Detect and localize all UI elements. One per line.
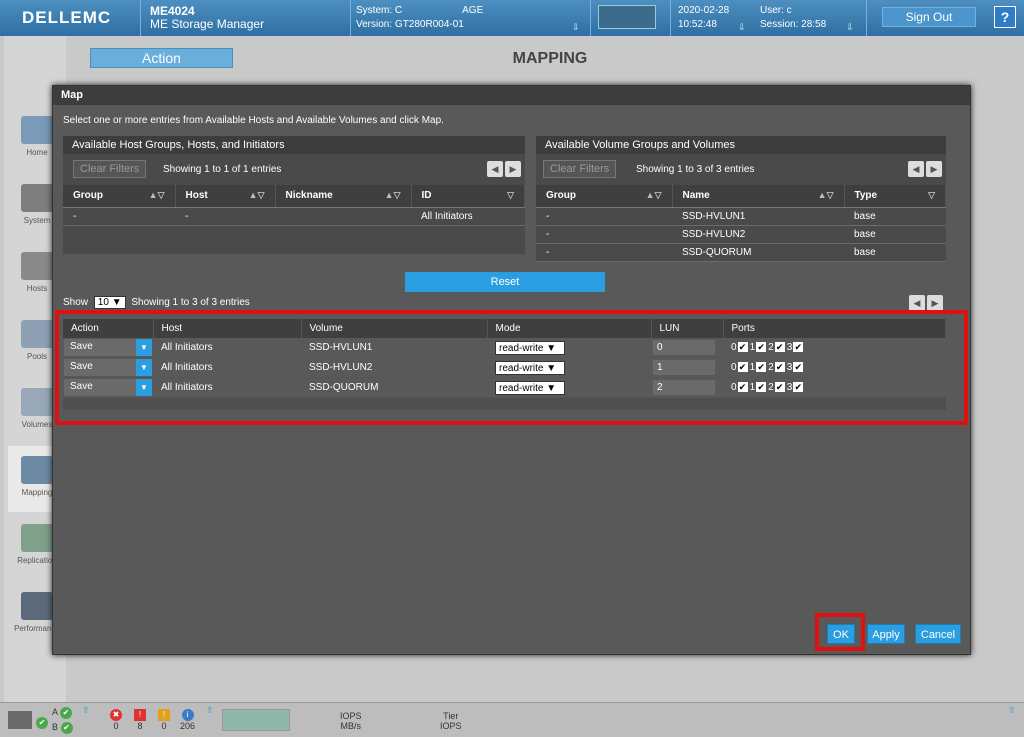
sort-filter-icon[interactable]: ▲▽ [385, 190, 401, 201]
action-menu-button[interactable]: Action [90, 48, 233, 68]
system-label: System: C [356, 5, 403, 16]
enclosure-icon[interactable] [8, 711, 32, 729]
user-label: User: c [760, 5, 792, 16]
tier-iops-label[interactable]: Tier IOPS [440, 711, 462, 731]
ok-check-icon: ✔ [36, 717, 48, 729]
divider [140, 0, 141, 36]
time-label: 10:52:48 [678, 19, 717, 30]
sign-out-button[interactable]: Sign Out [882, 7, 976, 27]
enclosure-status-icon[interactable] [598, 5, 656, 29]
map-dialog: Map Select one or more entries from Avai… [52, 85, 971, 655]
hosts-showing-label: Showing 1 to 1 of 1 entries [163, 164, 282, 175]
cancel-button[interactable]: Cancel [915, 624, 961, 644]
filter-icon[interactable]: ▽ [928, 190, 935, 201]
hosts-panel-title: Available Host Groups, Hosts, and Initia… [63, 136, 525, 154]
expand-icon[interactable]: ⇧ [82, 705, 90, 716]
divider [350, 0, 351, 36]
divider [866, 0, 867, 36]
table-row[interactable]: - SSD-HVLUN2 base [536, 225, 946, 244]
dialog-title: Map [53, 86, 970, 105]
error-count[interactable]: ! 8 [134, 709, 146, 731]
pools-icon [21, 320, 53, 348]
col-header[interactable]: Group ▲▽ [536, 185, 673, 208]
volumes-pager: ◀ ▶ [908, 161, 948, 179]
dialog-instructions: Select one or more entries from Availabl… [63, 115, 444, 126]
info-count[interactable]: i 206 [180, 709, 195, 731]
col-header[interactable]: Host ▲▽ [175, 185, 276, 208]
product-subtitle: ME Storage Manager [150, 17, 265, 31]
volumes-clear-filters-button[interactable]: Clear Filters [543, 160, 617, 178]
critical-count[interactable]: ✖ 0 [110, 709, 122, 731]
next-page-icon[interactable]: ▶ [505, 161, 521, 177]
expand-icon[interactable]: ⇧ [1008, 705, 1016, 716]
product-name: ME4024 ME Storage Manager [150, 5, 264, 31]
hosts-pager: ◀ ▶ [487, 161, 527, 179]
performance-icon [21, 592, 53, 620]
next-page-icon[interactable]: ▶ [926, 161, 942, 177]
status-bar: ✔ A ✔ B ✔ ⇧ ✖ 0 ! 8 ! 0 i 206 ⇧ IOPS MB/s Tie… [0, 702, 1024, 737]
highlight-box [55, 310, 968, 425]
hosts-icon [21, 252, 53, 280]
table-row[interactable]: - SSD-HVLUN1 base [536, 207, 946, 226]
top-banner: DELLEMC ME4024 ME Storage Manager System… [0, 0, 1024, 36]
help-button[interactable]: ? [994, 6, 1016, 28]
sort-filter-icon[interactable]: ▲▽ [818, 190, 834, 201]
col-header[interactable]: Nickname ▲▽ [275, 185, 412, 208]
volumes-panel: Available Volume Groups and Volumes Clea… [536, 136, 946, 262]
user-info[interactable]: User: c Session: 28:58 [760, 4, 826, 32]
show-label: Show [63, 297, 89, 308]
show-count-select[interactable]: 10 ▼ [93, 296, 126, 309]
next-page-icon[interactable]: ▶ [927, 295, 943, 311]
prev-page-icon[interactable]: ◀ [908, 161, 924, 177]
divider [670, 0, 671, 36]
system-info[interactable]: System: C AGE Version: GT280R004-01 [356, 4, 483, 32]
system-name-suffix: AGE [462, 5, 484, 16]
filter-icon[interactable]: ▽ [507, 190, 514, 201]
prev-page-icon[interactable]: ◀ [487, 161, 503, 177]
controller-a[interactable]: A ✔ [52, 707, 73, 719]
user-dropdown-icon[interactable]: ⇩ [846, 22, 854, 33]
session-label: Session: 28:58 [760, 19, 827, 30]
volumes-showing-label: Showing 1 to 3 of 3 entries [636, 164, 755, 175]
col-header[interactable]: ID ▽ [411, 185, 525, 208]
show-entries: Show 10 ▼ Showing 1 to 3 of 3 entries [63, 296, 250, 309]
table-row[interactable]: - SSD-QUORUM base [536, 243, 946, 262]
col-header[interactable]: Type ▽ [844, 185, 946, 208]
sort-filter-icon[interactable]: ▲▽ [646, 190, 662, 201]
replication-icon [21, 524, 53, 552]
date-label: 2020-02-28 [678, 5, 730, 16]
system-icon [21, 184, 53, 212]
datetime-dropdown-icon[interactable]: ⇩ [738, 22, 746, 33]
sort-filter-icon[interactable]: ▲▽ [249, 190, 265, 201]
prev-page-icon[interactable]: ◀ [909, 295, 925, 311]
apply-button[interactable]: Apply [867, 624, 905, 644]
volumes-panel-title: Available Volume Groups and Volumes [536, 136, 946, 154]
capacity-bar[interactable] [222, 709, 290, 731]
date-time[interactable]: 2020-02-28 10:52:48 [678, 4, 729, 32]
hosts-clear-filters-button[interactable]: Clear Filters [73, 160, 147, 178]
iops-label[interactable]: IOPS MB/s [340, 711, 362, 731]
home-icon [21, 116, 53, 144]
map-showing-label: Showing 1 to 3 of 3 entries [131, 297, 250, 308]
volumes-icon [21, 388, 53, 416]
col-header[interactable]: Group ▲▽ [63, 185, 176, 208]
controller-b[interactable]: B ✔ [52, 722, 73, 734]
hosts-table: Group ▲▽ Host ▲▽ Nickname ▲▽ ID ▽ - - All In… [63, 185, 525, 226]
system-dropdown-icon[interactable]: ⇩ [572, 22, 580, 33]
volumes-table: Group ▲▽ Name ▲▽ Type ▽ - SSD-HVLUN1 base - SS… [536, 185, 946, 262]
version-label: Version: GT280R004-01 [356, 19, 464, 30]
warning-count[interactable]: ! 0 [158, 709, 170, 731]
divider [590, 0, 591, 36]
col-header[interactable]: Name ▲▽ [672, 185, 845, 208]
brand-logo: DELLEMC [22, 8, 112, 27]
reset-button[interactable]: Reset [405, 272, 605, 292]
sort-filter-icon[interactable]: ▲▽ [149, 190, 165, 201]
mapping-icon [21, 456, 53, 484]
page-title: MAPPING [512, 50, 588, 67]
hosts-panel: Available Host Groups, Hosts, and Initia… [63, 136, 525, 254]
table-row[interactable]: - - All Initiators [63, 207, 525, 226]
highlight-box [815, 613, 865, 651]
show-count-value: 10 [97, 297, 109, 308]
expand-icon[interactable]: ⇧ [206, 705, 214, 716]
